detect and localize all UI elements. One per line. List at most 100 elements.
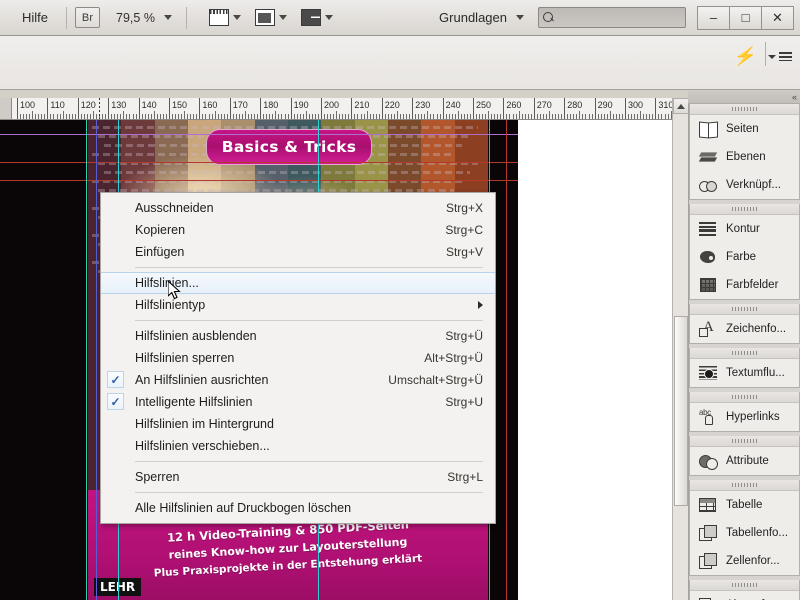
dock-panel-zeichenfo-[interactable]: Zeichenfo...: [690, 315, 799, 343]
lightning-bolt-icon[interactable]: ⚡: [732, 46, 758, 67]
screen-mode-normal-button[interactable]: [208, 9, 241, 26]
dock-panel-textumflu-[interactable]: Textumflu...: [690, 359, 799, 387]
ruler-tick-minor: [150, 114, 152, 119]
scrollbar-thumb[interactable]: [674, 316, 688, 506]
dock-panel-verkn-pf-[interactable]: Verknüpf...: [690, 171, 799, 199]
ruler-tick-minor: [640, 111, 642, 119]
ruler-tick-minor: [400, 114, 402, 119]
menu-item[interactable]: Hilfslinien im Hintergrund: [101, 413, 495, 435]
menu-item[interactable]: Ausschneiden Strg+X: [101, 197, 495, 219]
panel-group-grip[interactable]: [690, 436, 799, 447]
guide-horizontal[interactable]: [0, 134, 518, 135]
menu-item[interactable]: ✓ An Hilfslinien ausrichten Umschalt+Strg+…: [101, 369, 495, 391]
chevron-down-icon[interactable]: [516, 15, 524, 20]
ruler-tick-minor: [20, 114, 22, 119]
dock-panel-absatzfor-[interactable]: Absatzfor...: [690, 591, 799, 600]
panel-group-grip[interactable]: [690, 392, 799, 403]
ruler-label: 270: [536, 100, 552, 110]
ruler-tick-minor: [363, 114, 365, 119]
panel-group-grip[interactable]: [690, 348, 799, 359]
menu-help[interactable]: Hilfe: [0, 10, 58, 25]
menu-item[interactable]: Hilfslinien ausblenden Strg+Ü: [101, 325, 495, 347]
ruler-label: 190: [293, 100, 309, 110]
zoom-level-label[interactable]: 79,5 %: [116, 11, 155, 25]
minimize-button[interactable]: –: [697, 5, 730, 30]
dock-panel-tabelle[interactable]: Tabelle: [690, 491, 799, 519]
screen-mode-preview-button[interactable]: [254, 9, 287, 26]
panel-group-grip[interactable]: [690, 304, 799, 315]
ruler-tick-minor: [305, 111, 307, 119]
ruler-tick-minor: [603, 114, 605, 119]
dock-panel-zellenfor-[interactable]: Zellenfor...: [690, 547, 799, 575]
table-styles-icon: [698, 524, 718, 542]
guide-vertical[interactable]: [86, 120, 87, 600]
menu-item[interactable]: Hilfslinien sperren Alt+Strg+Ü: [101, 347, 495, 369]
ruler-tick-minor: [403, 114, 405, 119]
screen-mode-layout-button[interactable]: [300, 9, 333, 26]
ruler-tick-minor: [421, 114, 423, 119]
panel-group-grip[interactable]: [690, 104, 799, 115]
dock-panel-kontur[interactable]: Kontur: [690, 215, 799, 243]
ruler-tick-minor: [445, 114, 447, 119]
guide-horizontal[interactable]: [0, 180, 518, 181]
menu-item-shortcut: Strg+L: [447, 470, 483, 484]
menu-item[interactable]: Hilfslinien verschieben...: [101, 435, 495, 457]
dock-panel-seiten[interactable]: Seiten: [690, 115, 799, 143]
scroll-up-button[interactable]: [673, 98, 689, 114]
ruler-tick-minor: [336, 111, 338, 119]
bridge-button[interactable]: Br: [75, 7, 101, 28]
panel-group-grip[interactable]: [690, 580, 799, 591]
dock-panel-tabellenfo-[interactable]: Tabellenfo...: [690, 519, 799, 547]
ruler-tick-minor: [302, 114, 304, 119]
guide-vertical[interactable]: [506, 120, 507, 600]
menu-item[interactable]: Sperren Strg+L: [101, 466, 495, 488]
workspace-switcher[interactable]: Grundlagen: [439, 10, 524, 25]
dock-panel-attribute[interactable]: Attribute: [690, 447, 799, 475]
chevron-down-icon[interactable]: [278, 15, 287, 20]
ruler-tick-minor: [287, 114, 289, 119]
search-box[interactable]: [538, 7, 686, 28]
menu-item[interactable]: Hilfslinien...: [101, 272, 495, 294]
dock-panel-label: Zeichenfo...: [726, 323, 787, 335]
ruler-guide-marker: [99, 98, 101, 119]
ruler-corner[interactable]: [0, 98, 12, 120]
chevron-down-icon[interactable]: [163, 15, 172, 20]
menu-item[interactable]: Kopieren Strg+C: [101, 219, 495, 241]
menu-item[interactable]: Hilfslinientyp: [101, 294, 495, 316]
ruler-tick-major: [108, 98, 110, 119]
guide-horizontal[interactable]: [0, 162, 518, 163]
grip-dots: [731, 395, 758, 399]
ruler-tick-minor: [330, 114, 332, 119]
ruler-label: 170: [232, 100, 248, 110]
ruler-tick-major: [594, 98, 596, 119]
ruler-tick-minor: [545, 114, 547, 119]
pages-icon: [698, 120, 718, 138]
dock-panel-farbe[interactable]: Farbe: [690, 243, 799, 271]
panel-group-grip[interactable]: [690, 204, 799, 215]
context-menu[interactable]: Ausschneiden Strg+X Kopieren Strg+C Einfügen…: [100, 192, 496, 524]
dock-panel-hyperlinks[interactable]: Hyperlinks: [690, 403, 799, 431]
maximize-button[interactable]: □: [729, 5, 762, 30]
ruler-tick-minor: [111, 114, 113, 119]
dock-panel-label: Verknüpf...: [726, 179, 781, 191]
ruler-tick-minor: [643, 114, 645, 119]
chevron-down-icon[interactable]: [324, 15, 333, 20]
ruler-tick-minor: [202, 114, 204, 119]
horizontal-ruler[interactable]: 100 110 120 130 140 150 160 170 180 190 200 210 220 2…: [12, 98, 688, 120]
panel-group-grip[interactable]: [690, 480, 799, 491]
guide-vertical[interactable]: [96, 120, 97, 600]
chevron-down-icon[interactable]: [232, 15, 241, 20]
vertical-scrollbar[interactable]: [672, 98, 689, 600]
menu-item[interactable]: Einfügen Strg+V: [101, 241, 495, 263]
menu-item[interactable]: ✓ Intelligente Hilfslinien Strg+U: [101, 391, 495, 413]
ruler-tick-minor: [488, 111, 490, 119]
ruler-tick-minor: [311, 114, 313, 119]
close-button[interactable]: ✕: [761, 5, 794, 30]
dock-panel-farbfelder[interactable]: Farbfelder: [690, 271, 799, 299]
dock-collapse-button[interactable]: «: [688, 90, 800, 104]
menu-item[interactable]: Alle Hilfslinien auf Druckbogen löschen: [101, 497, 495, 519]
panel-menu-icon[interactable]: [768, 50, 792, 64]
ruler-tick-minor: [153, 111, 155, 119]
ruler-tick-major: [77, 98, 79, 119]
dock-panel-ebenen[interactable]: Ebenen: [690, 143, 799, 171]
